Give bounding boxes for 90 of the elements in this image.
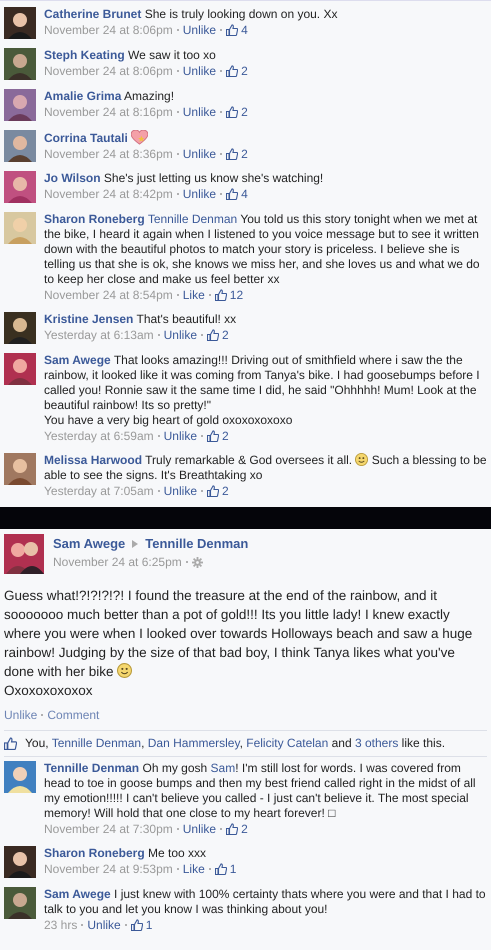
timestamp: Yesterday at 7:05am bbox=[44, 483, 154, 499]
comment-text: Catherine Brunet She is truly looking down on you. Xx bbox=[44, 7, 338, 22]
author-link[interactable]: Sam Awege bbox=[53, 536, 126, 551]
likes-summary: You, Tennille Denman, Dan Hammersley, Felicity Catelan and 3 others like this. bbox=[25, 735, 446, 751]
like-link[interactable]: Unlike bbox=[182, 146, 216, 162]
like-link[interactable]: Unlike bbox=[182, 186, 216, 202]
timestamp: November 24 at 8:06pm bbox=[44, 22, 173, 38]
comment-text: Sam Awege That looks amazing!!! Driving out of smithfield where i saw the the rainbow, it looked like it was coming from Tanya's bike. I had goosebumps before I called you! Ronnie saw it the same time I did, he said "Ohhhhh! Mum! Look at the beautiful rainbow! Its so pretty!" You have a very big heart of gold oxoxoxoxoxo bbox=[44, 353, 481, 428]
thumbs-up-icon bbox=[226, 106, 238, 118]
author-link[interactable]: Catherine Brunet bbox=[44, 7, 142, 21]
timestamp: Yesterday at 6:59am bbox=[44, 428, 154, 444]
timestamp: November 24 at 8:06pm bbox=[44, 63, 173, 79]
comment-text: Sharon Roneberg Me too xxx bbox=[44, 846, 208, 861]
thumbs-up-icon bbox=[214, 863, 227, 875]
like-link[interactable]: Unlike bbox=[182, 821, 216, 837]
comment-text: Amalie Grima Amazing! bbox=[44, 89, 176, 104]
like-count: 2 bbox=[222, 428, 229, 444]
mention-link[interactable]: Tennille Denman bbox=[148, 212, 238, 226]
comment-text: Melissa Harwood Truly remarkable & God oversees it all. Such a blessing to be able to see the signs. It's Breathtaking xo bbox=[44, 453, 487, 483]
author-link[interactable]: Sam Awege bbox=[44, 887, 111, 901]
like-link[interactable]: Unlike bbox=[164, 428, 197, 444]
like-link[interactable]: Unlike bbox=[164, 483, 197, 499]
like-count: 1 bbox=[146, 917, 152, 933]
thumbs-up-icon bbox=[226, 188, 238, 200]
timestamp: November 24 at 9:53pm bbox=[44, 861, 173, 877]
thumbs-up-icon bbox=[207, 485, 219, 497]
timestamp: November 24 at 7:30pm bbox=[44, 821, 173, 837]
action-link[interactable]: Comment bbox=[47, 708, 100, 722]
thumbs-up-icon bbox=[207, 430, 219, 442]
thumbs-up-icon bbox=[4, 736, 17, 750]
timestamp: November 24 at 8:42pm bbox=[44, 186, 173, 202]
like-link[interactable]: Unlike bbox=[182, 63, 216, 79]
author-link[interactable]: Amalie Grima bbox=[44, 89, 122, 103]
thumbs-up-icon bbox=[226, 24, 238, 36]
smiley-icon bbox=[117, 663, 132, 678]
author-link[interactable]: Sam Awege bbox=[44, 353, 111, 367]
like-count: 2 bbox=[241, 821, 248, 837]
smiley-icon bbox=[355, 453, 368, 466]
heart-icon bbox=[131, 130, 148, 145]
thumbs-up-icon bbox=[226, 148, 238, 160]
author-link[interactable]: Corrina Tautali bbox=[44, 131, 128, 145]
name-link[interactable]: Tennille Denman bbox=[52, 736, 142, 750]
timestamp: November 24 at 6:25pm bbox=[53, 555, 182, 569]
like-link[interactable]: Unlike bbox=[164, 327, 197, 343]
recipient-link[interactable]: Tennille Denman bbox=[145, 536, 248, 551]
author-link[interactable]: Melissa Harwood bbox=[44, 453, 142, 467]
arrow-icon bbox=[132, 540, 138, 548]
thumbs-up-icon bbox=[226, 65, 238, 77]
thumbs-up-icon bbox=[226, 823, 238, 835]
author-link[interactable]: Jo Wilson bbox=[44, 171, 101, 185]
mention-link[interactable]: Sam bbox=[210, 761, 236, 775]
action-link[interactable]: Unlike bbox=[4, 708, 38, 722]
author-link[interactable]: Sharon Roneberg bbox=[44, 212, 145, 226]
comment-text: Sam Awege I just knew with 100% certainty thats where you were and that I had to talk to you and let you know I was thinking about you! bbox=[44, 887, 487, 917]
comment-text: Sharon Roneberg Tennille Denman You told us this story tonight when we met at the bike, I heard it again when I listened to you voice message but to see it written down with the beautiful photos to match your story is priceless. I believe she is telling us that she is ok, she knows we miss her, and she loves us and what we do to keep her close and make us feel better xx bbox=[44, 212, 481, 287]
like-count: 2 bbox=[241, 63, 248, 79]
like-count: 4 bbox=[241, 22, 248, 38]
gear-icon[interactable] bbox=[192, 556, 203, 568]
timestamp: November 24 at 8:16pm bbox=[44, 104, 173, 120]
comment-text: Tennille Denman Oh my gosh Sam! I'm still lost for words. I was covered from head to toe in goose bumps and then my best friend called right in the midst of all my emotion!!!!! I can't believe you called - I just can't believe it. The most special memory! Will hold that one close to my heart forever! □ bbox=[44, 761, 477, 821]
like-count: 1 bbox=[230, 861, 236, 877]
like-count: 12 bbox=[230, 287, 244, 303]
thumbs-up-icon bbox=[214, 289, 227, 301]
post-text: Guess what!?!?!?!?! I found the treasure at the end of the rainbow, and it sooooooo much better than a pot of gold!!! Its you little lady! I knew exactly where you were when I looked over towards Holloways beach and saw a huge rainbow! Judging by the size of that bad boy, I think Tanya likes what you've done with her bike Oxoxoxoxoxox bbox=[4, 587, 474, 700]
timestamp: November 24 at 8:36pm bbox=[44, 146, 173, 162]
author-link[interactable]: Kristine Jensen bbox=[44, 312, 134, 326]
timestamp: 23 hrs bbox=[44, 917, 78, 933]
comment-text: Kristine Jensen That's beautiful! xx bbox=[44, 312, 238, 327]
author-link[interactable]: Steph Keating bbox=[44, 48, 125, 62]
like-count: 2 bbox=[222, 483, 229, 499]
like-link[interactable]: Like bbox=[182, 287, 205, 303]
name-link[interactable]: Dan Hammersley bbox=[148, 736, 240, 750]
like-link[interactable]: Like bbox=[182, 861, 205, 877]
name-link[interactable]: 3 others bbox=[354, 736, 398, 750]
comment-text: Jo Wilson She's just letting us know she's watching! bbox=[44, 171, 324, 186]
thumbs-up-icon bbox=[130, 919, 143, 931]
like-count: 4 bbox=[241, 186, 248, 202]
timestamp: November 24 at 8:54pm bbox=[44, 287, 173, 303]
like-count: 2 bbox=[222, 327, 229, 343]
like-link[interactable]: Unlike bbox=[182, 22, 216, 38]
author-link[interactable]: Tennille Denman bbox=[44, 761, 140, 775]
like-link[interactable]: Unlike bbox=[87, 917, 121, 933]
like-count: 2 bbox=[241, 104, 248, 120]
like-link[interactable]: Unlike bbox=[182, 104, 216, 120]
author-link[interactable]: Sharon Roneberg bbox=[44, 846, 145, 860]
comment-text: Steph Keating We saw it too xo bbox=[44, 48, 217, 63]
timestamp: Yesterday at 6:13am bbox=[44, 327, 154, 343]
thumbs-up-icon bbox=[207, 329, 219, 341]
name-link[interactable]: Felicity Catelan bbox=[246, 736, 328, 750]
like-count: 2 bbox=[241, 146, 248, 162]
